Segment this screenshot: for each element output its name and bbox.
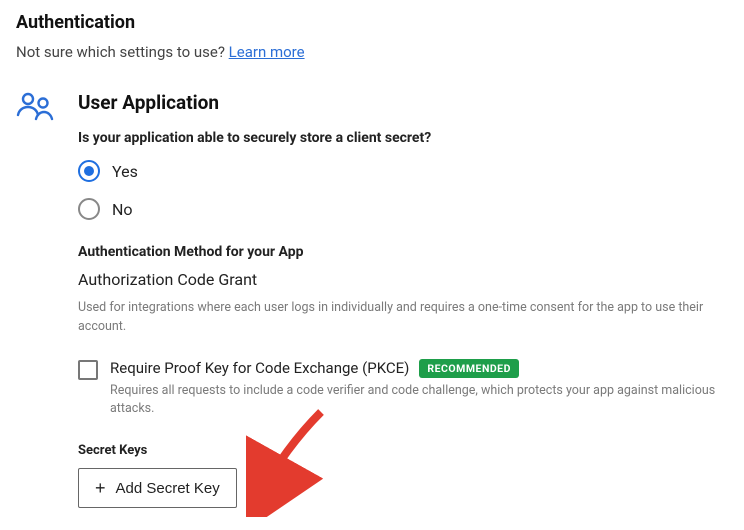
secret-keys-heading: Secret Keys: [78, 443, 728, 458]
checkbox-icon: [78, 360, 98, 380]
radio-icon-unselected: [78, 198, 100, 220]
learn-more-link[interactable]: Learn more: [229, 43, 305, 61]
page-title: Authentication: [16, 12, 728, 33]
hint-prefix: Not sure which settings to use?: [16, 43, 229, 61]
radio-no-label: No: [112, 200, 133, 219]
users-icon: [16, 91, 56, 129]
radio-yes[interactable]: Yes: [78, 160, 728, 182]
add-secret-key-button[interactable]: + Add Secret Key: [78, 468, 237, 508]
recommended-badge: RECOMMENDED: [419, 359, 519, 378]
add-secret-key-label: Add Secret Key: [116, 480, 220, 497]
pkce-checkbox-row[interactable]: Require Proof Key for Code Exchange (PKC…: [78, 359, 728, 420]
settings-hint: Not sure which settings to use? Learn mo…: [16, 43, 728, 61]
pkce-description: Requires all requests to include a code …: [110, 382, 728, 420]
auth-method-description: Used for integrations where each user lo…: [78, 299, 728, 337]
pkce-label: Require Proof Key for Code Exchange (PKC…: [110, 359, 409, 377]
radio-yes-label: Yes: [112, 162, 138, 181]
auth-method-name: Authorization Code Grant: [78, 270, 728, 289]
radio-no[interactable]: No: [78, 198, 728, 220]
section-title-user-application: User Application: [78, 91, 728, 114]
secure-store-question: Is your application able to securely sto…: [78, 130, 728, 146]
auth-method-heading: Authentication Method for your App: [78, 244, 728, 260]
plus-icon: +: [95, 479, 106, 497]
radio-icon-selected: [78, 160, 100, 182]
